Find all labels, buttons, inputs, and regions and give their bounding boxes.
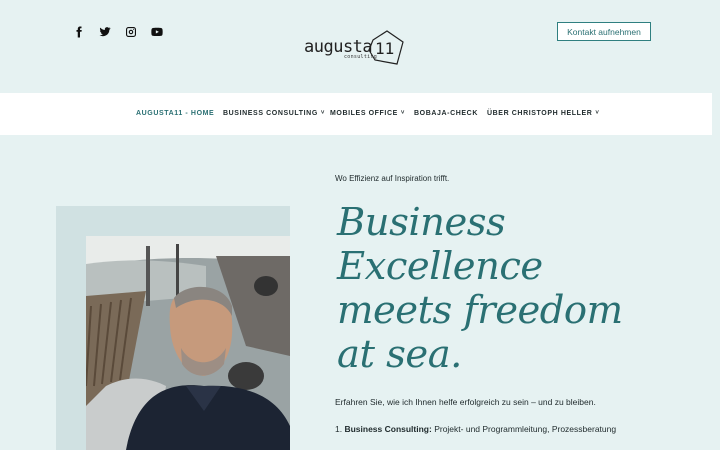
hero-tagline: Wo Effizienz auf Inspiration trifft. — [335, 174, 450, 183]
chevron-down-icon: ˅ — [320, 110, 325, 116]
nav-item-label: BUSINESS CONSULTING — [223, 110, 318, 117]
chevron-down-icon: ˅ — [400, 110, 406, 116]
headline-line: Excellence — [337, 244, 543, 289]
logo-number: 11 — [375, 39, 394, 58]
headline-line: Business — [337, 200, 506, 245]
headline-line: meets freedom — [337, 288, 623, 333]
nav-item-business-consulting[interactable]: BUSINESS CONSULTING ˅ — [223, 110, 325, 117]
main-navigation: AUGUSTA11 - HOME BUSINESS CONSULTING ˅ MO… — [0, 93, 712, 135]
hero-photo — [86, 236, 290, 450]
nav-item-label: BOBAJA-CHECK — [414, 110, 478, 117]
contact-button[interactable]: Kontakt aufnehmen — [557, 22, 651, 41]
nav-item-mobiles-office[interactable]: MOBILES OFFICE ˅ — [330, 110, 405, 117]
instagram-icon[interactable] — [124, 25, 138, 39]
nav-item-about[interactable]: ÜBER CHRISTOPH HELLER ˅ — [487, 110, 600, 117]
site-logo[interactable]: augusta 11 consulting — [304, 30, 404, 66]
nav-item-bobaja-check[interactable]: BOBAJA-CHECK — [414, 110, 478, 117]
top-header: augusta 11 consulting Kontakt aufnehmen — [0, 0, 720, 93]
headline-line: at sea. — [337, 332, 462, 377]
facebook-icon[interactable] — [72, 25, 86, 39]
service-point: 1. Business Consulting: Projekt- und Pro… — [335, 424, 616, 434]
hero-headline: Business Excellence meets freedom at sea… — [337, 201, 707, 377]
hero-intro-text: Erfahren Sie, wie ich Ihnen helfe erfolg… — [335, 397, 596, 407]
chevron-down-icon: ˅ — [595, 110, 600, 116]
nav-item-label: AUGUSTA11 - HOME — [136, 110, 215, 117]
nav-item-home[interactable]: AUGUSTA11 - HOME — [136, 110, 214, 117]
logo-badge: 11 — [368, 30, 404, 65]
nav-item-label: ÜBER CHRISTOPH HELLER — [487, 110, 593, 117]
social-links — [72, 25, 164, 39]
twitter-icon[interactable] — [98, 25, 112, 39]
nav-item-label: MOBILES OFFICE — [330, 110, 398, 117]
service-title: Business Consulting: — [344, 424, 432, 434]
youtube-icon[interactable] — [150, 25, 164, 39]
service-description: Projekt- und Programmleitung, Prozessber… — [431, 424, 617, 434]
logo-subtitle: consulting — [344, 54, 378, 60]
